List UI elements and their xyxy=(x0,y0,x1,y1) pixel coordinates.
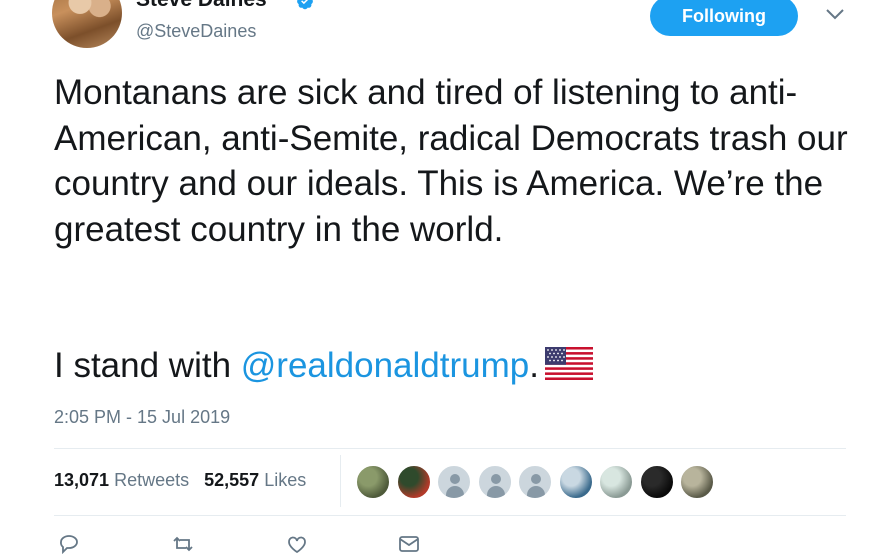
author-avatar[interactable] xyxy=(52,0,122,48)
chevron-down-icon[interactable] xyxy=(824,6,846,22)
tweet-timestamp[interactable]: 2:05 PM - 15 Jul 2019 xyxy=(54,407,230,428)
retweets-stat[interactable]: 13,071 Retweets xyxy=(54,470,189,490)
tweet-text: Montanans are sick and tired of listenin… xyxy=(54,70,854,252)
reply-icon[interactable] xyxy=(58,534,80,554)
liker-avatar[interactable] xyxy=(477,465,512,499)
verified-badge-icon xyxy=(297,0,313,10)
tweet-text-body: Montanans are sick and tired of listenin… xyxy=(54,73,848,249)
us-flag-icon xyxy=(544,347,593,380)
liker-avatar[interactable] xyxy=(680,465,714,499)
following-button[interactable]: Following xyxy=(650,0,798,36)
author-display-name[interactable]: Steve Daines xyxy=(136,0,267,12)
divider xyxy=(54,448,846,449)
retweets-label: Retweets xyxy=(114,470,190,490)
liker-avatar[interactable] xyxy=(518,465,552,499)
liker-avatar[interactable] xyxy=(599,465,633,499)
author-handle[interactable]: @SteveDaines xyxy=(136,21,256,42)
likes-label: Likes xyxy=(264,470,307,490)
like-heart-icon[interactable] xyxy=(286,534,308,554)
mention-link[interactable]: @realdonaldtrump xyxy=(241,346,529,385)
divider xyxy=(54,515,846,516)
liker-avatar[interactable] xyxy=(558,465,593,499)
liker-avatar[interactable] xyxy=(437,465,471,499)
tweet-text-second-paragraph: I stand with @realdonaldtrump. xyxy=(54,343,593,388)
liker-avatar[interactable] xyxy=(396,465,431,499)
retweet-icon[interactable] xyxy=(172,534,194,554)
tweet-line2-suffix: . xyxy=(529,346,539,385)
stats-separator xyxy=(340,455,341,507)
direct-message-icon[interactable] xyxy=(398,534,420,554)
tweet-line2-prefix: I stand with xyxy=(54,346,241,385)
liker-avatar[interactable] xyxy=(356,465,390,499)
retweets-count: 13,071 xyxy=(54,470,110,490)
tweet-stats: 13,071 Retweets 52,557 Likes xyxy=(54,470,306,491)
likes-stat[interactable]: 52,557 Likes xyxy=(204,470,306,490)
liker-avatar[interactable] xyxy=(639,465,674,499)
tweet-actions xyxy=(54,534,846,554)
likes-count: 52,557 xyxy=(204,470,260,490)
